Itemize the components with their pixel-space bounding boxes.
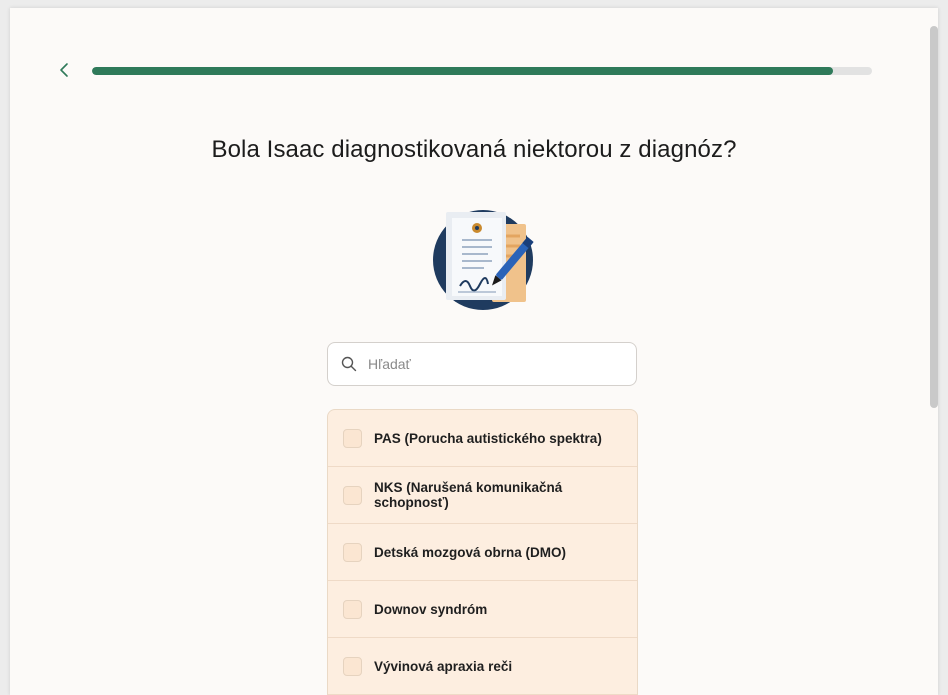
scrollbar-thumb[interactable]	[930, 26, 938, 408]
option-label: NKS (Narušená komunikačná schopnosť)	[374, 480, 563, 510]
signed-document-icon	[433, 210, 534, 310]
option-checkbox[interactable]	[343, 485, 362, 505]
option-checkbox[interactable]	[343, 599, 362, 619]
option-checkbox[interactable]	[343, 542, 362, 562]
page-frame: Bola Isaac diagnostikovaná niektorou z d…	[10, 8, 938, 695]
option-apraxia[interactable]: Vývinová apraxia reči	[328, 638, 637, 695]
chevron-left-icon	[60, 63, 68, 77]
search-icon	[340, 355, 358, 373]
option-down-syndrome[interactable]: Downov syndróm	[328, 581, 637, 638]
diagnosis-options-list: PAS (Porucha autistického spektra) NKS (…	[327, 409, 638, 695]
search-field[interactable]	[327, 342, 637, 386]
option-pas[interactable]: PAS (Porucha autistického spektra)	[328, 410, 637, 467]
option-label: Vývinová apraxia reči	[374, 658, 513, 674]
progress-bar-fill	[92, 67, 833, 75]
question-title: Bola Isaac diagnostikovaná niektorou z d…	[211, 136, 737, 163]
option-label: Downov syndróm	[374, 601, 488, 617]
option-checkbox[interactable]	[343, 656, 362, 676]
search-input[interactable]	[366, 355, 610, 373]
option-label: PAS (Porucha autistického spektra)	[374, 430, 602, 446]
option-checkbox[interactable]	[343, 428, 362, 448]
progress-bar	[92, 67, 872, 75]
option-label: Detská mozgová obrna (DMO)	[374, 544, 567, 560]
option-dmo[interactable]: Detská mozgová obrna (DMO)	[328, 524, 637, 581]
back-button[interactable]	[54, 58, 74, 82]
option-nks[interactable]: NKS (Narušená komunikačná schopnosť)	[328, 467, 637, 524]
